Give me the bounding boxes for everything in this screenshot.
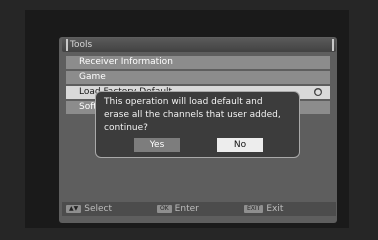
- yes-button[interactable]: Yes: [134, 138, 180, 152]
- confirm-dialog: This operation will load default and era…: [95, 91, 300, 158]
- title-left-cap: [66, 39, 68, 51]
- dialog-line-1: This operation will load default and: [104, 97, 263, 107]
- footer-select-label: Select: [84, 204, 112, 214]
- up-down-arrows-icon: ▲▼: [66, 204, 82, 213]
- dialog-message: This operation will load default and era…: [104, 96, 298, 135]
- footer-enter-label: Enter: [174, 204, 199, 214]
- no-button[interactable]: No: [217, 138, 263, 152]
- footer-exit: EXIT Exit: [244, 204, 283, 214]
- dialog-line-2: erase all the channels that user added,: [104, 110, 281, 120]
- menu-item-receiver-information[interactable]: Receiver Information: [66, 56, 330, 69]
- dialog-line-3: continue?: [104, 123, 148, 133]
- footer-select: ▲▼ Select: [66, 204, 112, 214]
- footer-bar: ▲▼ Select OK Enter EXIT Exit: [62, 202, 336, 216]
- ok-icon: ●: [314, 88, 322, 96]
- title-right-cap: [332, 39, 334, 51]
- menu-item-game[interactable]: Game: [66, 71, 330, 84]
- title-bar: Tools: [62, 38, 336, 52]
- menu-item-label: Game: [79, 72, 106, 82]
- window-title: Tools: [70, 40, 93, 50]
- menu-item-label: Receiver Information: [79, 57, 173, 67]
- ok-key-icon: OK: [157, 204, 172, 213]
- footer-exit-label: Exit: [266, 204, 284, 214]
- exit-key-icon: EXIT: [244, 204, 264, 213]
- footer-enter: OK Enter: [157, 204, 199, 214]
